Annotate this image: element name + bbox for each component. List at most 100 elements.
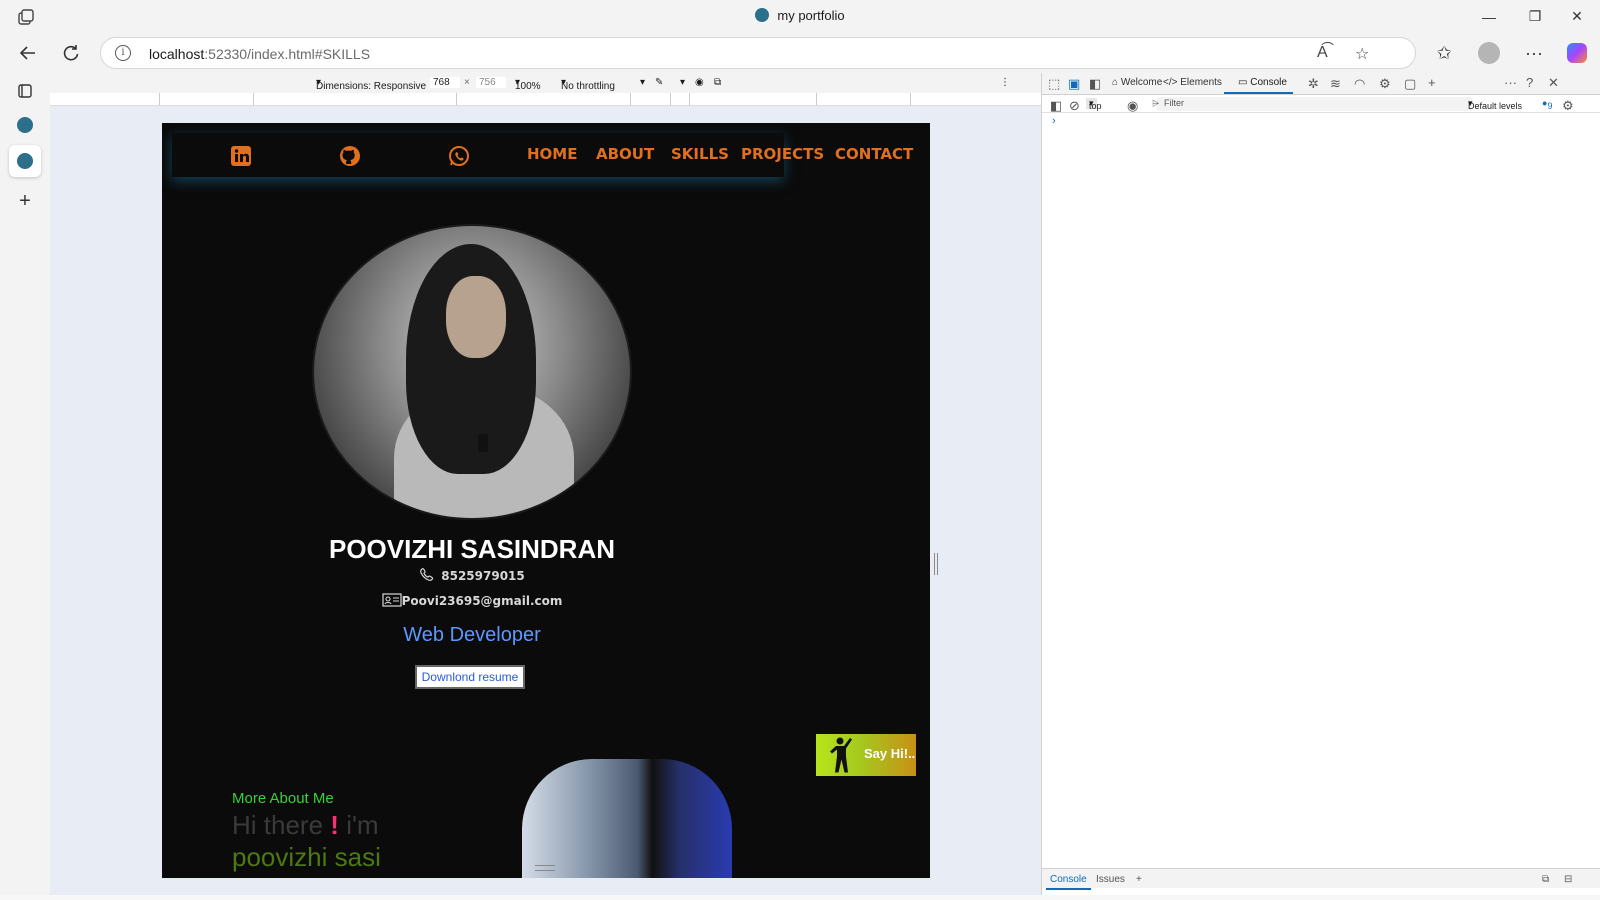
sensors-dropdown[interactable]: ▾ [680,77,685,88]
dimensions-label: Dimensions: Responsive [316,81,427,92]
console-filter-input[interactable] [1157,97,1472,111]
whatsapp-icon[interactable] [448,145,470,167]
plus-icon: + [19,189,31,212]
minimize-button[interactable]: — [1466,0,1512,33]
width-input[interactable]: 768 [430,77,460,88]
device-more-icon[interactable]: ⋮ [1000,77,1010,88]
tab-welcome[interactable]: ⌂ Welcome [1112,77,1162,88]
favorite-star-icon[interactable]: ☆ [1355,44,1369,64]
url-text[interactable]: localhost:52330/index.html#SKILLS [149,46,370,62]
throttling-label: No throttling [561,81,615,92]
vision-icon[interactable]: ◉ [695,77,704,88]
console-toolbar: ◧ ⊘ top ▾ ◉ ⩥ Filter Default levels ▾ ● … [1042,95,1600,113]
issues-badge[interactable]: ● 9 [1542,98,1552,111]
more-tools-plus-icon[interactable]: + [1428,75,1436,90]
download-resume-button[interactable]: Downlond resume [415,665,525,689]
throttling-dropdown[interactable]: No throttling ▾ [561,77,615,92]
more-about-heading: More About Me [232,790,334,807]
contact-card-icon [381,593,402,608]
address-bar[interactable]: i localhost:52330/index.html#SKILLS A͡ ☆ [100,37,1416,69]
dock-icon[interactable]: ◧ [1089,76,1101,92]
filter-icon: ⩥ [1152,98,1160,108]
copilot-button[interactable] [1561,39,1593,67]
refresh-button[interactable] [55,39,87,67]
nav-contact[interactable]: CONTACT [835,145,913,163]
tab-actions-icon [18,84,32,98]
tab-console[interactable]: ▭ Console [1224,77,1293,94]
tab-favicon-icon [17,117,33,133]
viewport-bottom-resize-handle[interactable] [535,865,555,871]
greeting-im: i'm [346,810,379,840]
phone-line: 8525979015 [162,568,782,583]
dimensions-dropdown[interactable]: Dimensions: Responsive ▾ [316,77,426,92]
greeting-exclamation: ! [330,810,339,840]
favorites-icon: ✩ [1436,42,1452,63]
nav-skills[interactable]: SKILLS [671,145,729,163]
more-options-dropdown[interactable]: ▾ [640,77,645,88]
devtools-panel: ⬚ ▣ ◧ ⌂ Welcome </> Elements ▭ Console ✲… [1041,73,1600,895]
profile-name: POOVIZHI SASINDRAN [328,534,616,564]
application-icon[interactable]: ▢ [1404,76,1416,92]
person-waving-icon [830,737,852,773]
restore-button[interactable]: ❐ [1512,0,1558,33]
drawer-close-icon[interactable]: ⊟ [1564,874,1572,885]
viewport-right-resize-handle[interactable] [934,553,938,575]
memory-icon[interactable]: ⚙ [1379,76,1391,92]
portfolio-site: HOME ABOUT SKILLS PROJECTS CONTACT POOVI… [162,123,930,878]
github-icon[interactable] [339,145,361,167]
drawer-add-tab-icon[interactable]: + [1136,874,1142,885]
context-selector[interactable]: top ▾ [1086,98,1102,111]
tab-console-label: Console [1250,77,1287,88]
read-aloud-icon[interactable]: A͡ [1317,44,1328,62]
console-prompt[interactable]: › [1052,115,1056,127]
tab-item-active[interactable] [9,145,41,177]
greeting-text: Hi there [232,810,324,840]
devtools-close-icon[interactable]: ✕ [1548,75,1559,91]
job-title: Web Developer [403,624,541,646]
nav-about[interactable]: ABOUT [596,145,654,163]
window-title: my portfolio [0,8,1600,23]
tab-elements[interactable]: </> Elements [1163,77,1222,88]
console-settings-icon[interactable]: ⚙ [1562,98,1574,114]
drawer-tab-console[interactable]: Console [1046,874,1091,890]
nav-projects[interactable]: PROJECTS [741,145,824,163]
site-info-icon[interactable]: i [115,45,131,61]
dimension-separator: × [464,77,470,88]
close-window-button[interactable]: ✕ [1554,0,1600,33]
log-levels-dropdown[interactable]: Default levels ▾ [1468,98,1522,111]
tab-welcome-label: Welcome [1120,77,1163,88]
clear-console-icon[interactable]: ⊘ [1069,98,1080,114]
favorites-button[interactable]: ✩ [1428,39,1460,67]
page-viewport: Dimensions: Responsive ▾ 768 × 756 100% … [50,73,1041,895]
back-button[interactable] [12,39,44,67]
linkedin-icon[interactable] [230,145,252,167]
more-menu-button[interactable]: ··· [1518,39,1550,67]
dual-screen-icon[interactable]: ⧉ [714,77,721,88]
live-expression-eye-icon[interactable]: ◉ [1127,98,1138,114]
email-address: Poovi23695@gmail.com [401,594,563,608]
refresh-icon [63,45,79,61]
debugger-icon[interactable]: ✲ [1308,76,1319,92]
drawer-tab-issues[interactable]: Issues [1096,874,1125,885]
new-tab-button[interactable]: + [9,185,41,217]
height-input[interactable]: 756 [476,77,506,88]
network-icon[interactable]: ≋ [1330,76,1341,92]
sidebar-toggle-icon[interactable]: ◧ [1050,98,1062,114]
eyedropper-icon[interactable]: ✎ [655,77,663,88]
device-emulation-icon[interactable]: ▣ [1068,76,1080,92]
performance-icon[interactable]: ◠ [1354,76,1365,92]
phone-number: 8525979015 [441,569,525,583]
url-path: :52330/index.html#SKILLS [204,46,371,62]
tab-favicon-icon [17,153,33,169]
inspect-icon[interactable]: ⬚ [1048,76,1060,92]
zoom-dropdown[interactable]: 100% ▾ [515,77,541,92]
say-hi-button[interactable]: Say Hi!.. [816,734,916,776]
devtools-more-icon[interactable]: ··· [1504,75,1517,90]
tab-actions-button[interactable] [9,75,41,107]
help-icon[interactable]: ? [1526,75,1533,90]
profile-button[interactable] [1473,39,1505,67]
nav-home[interactable]: HOME [527,145,577,163]
typing-laptop-image [522,759,732,878]
drawer-dock-icon[interactable]: ⧉ [1542,874,1549,885]
tab-item-1[interactable] [9,109,41,141]
